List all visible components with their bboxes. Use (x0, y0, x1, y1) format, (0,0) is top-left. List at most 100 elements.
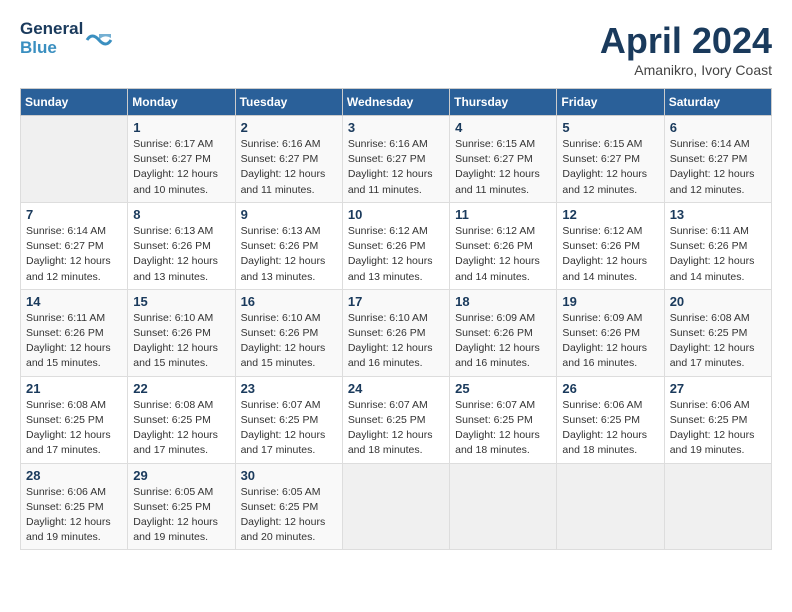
daylight-text: Daylight: 12 hours and 15 minutes. (241, 342, 326, 369)
sunrise-text: Sunrise: 6:14 AM (670, 138, 750, 150)
day-info: Sunrise: 6:14 AM Sunset: 6:27 PM Dayligh… (670, 137, 766, 198)
week-row-3: 14 Sunrise: 6:11 AM Sunset: 6:26 PM Dayl… (21, 289, 772, 376)
day-number: 16 (241, 294, 337, 309)
day-number: 3 (348, 120, 444, 135)
sunset-text: Sunset: 6:26 PM (241, 240, 319, 252)
weekday-header-thursday: Thursday (450, 89, 557, 116)
day-info: Sunrise: 6:08 AM Sunset: 6:25 PM Dayligh… (26, 398, 122, 459)
daylight-text: Daylight: 12 hours and 11 minutes. (241, 168, 326, 195)
weekday-header-monday: Monday (128, 89, 235, 116)
sunset-text: Sunset: 6:26 PM (562, 240, 640, 252)
day-info: Sunrise: 6:07 AM Sunset: 6:25 PM Dayligh… (241, 398, 337, 459)
sunrise-text: Sunrise: 6:13 AM (241, 225, 321, 237)
sunrise-text: Sunrise: 6:12 AM (455, 225, 535, 237)
day-number: 30 (241, 468, 337, 483)
week-row-1: 1 Sunrise: 6:17 AM Sunset: 6:27 PM Dayli… (21, 116, 772, 203)
day-number: 23 (241, 381, 337, 396)
calendar-cell (450, 463, 557, 550)
daylight-text: Daylight: 12 hours and 17 minutes. (26, 429, 111, 456)
daylight-text: Daylight: 12 hours and 10 minutes. (133, 168, 218, 195)
sunrise-text: Sunrise: 6:15 AM (562, 138, 642, 150)
sunrise-text: Sunrise: 6:11 AM (670, 225, 749, 237)
daylight-text: Daylight: 12 hours and 18 minutes. (348, 429, 433, 456)
sunrise-text: Sunrise: 6:16 AM (241, 138, 321, 150)
daylight-text: Daylight: 12 hours and 18 minutes. (562, 429, 647, 456)
day-info: Sunrise: 6:10 AM Sunset: 6:26 PM Dayligh… (133, 311, 229, 372)
daylight-text: Daylight: 12 hours and 20 minutes. (241, 516, 326, 543)
sunset-text: Sunset: 6:25 PM (455, 414, 533, 426)
calendar-cell (557, 463, 664, 550)
day-info: Sunrise: 6:10 AM Sunset: 6:26 PM Dayligh… (241, 311, 337, 372)
sunset-text: Sunset: 6:26 PM (241, 327, 319, 339)
calendar-cell: 14 Sunrise: 6:11 AM Sunset: 6:26 PM Dayl… (21, 289, 128, 376)
daylight-text: Daylight: 12 hours and 12 minutes. (670, 168, 755, 195)
day-info: Sunrise: 6:11 AM Sunset: 6:26 PM Dayligh… (670, 224, 766, 285)
weekday-header-wednesday: Wednesday (342, 89, 449, 116)
calendar-cell (342, 463, 449, 550)
sunrise-text: Sunrise: 6:06 AM (26, 486, 106, 498)
sunset-text: Sunset: 6:26 PM (133, 240, 211, 252)
sunset-text: Sunset: 6:26 PM (455, 240, 533, 252)
sunset-text: Sunset: 6:26 PM (348, 240, 426, 252)
week-row-5: 28 Sunrise: 6:06 AM Sunset: 6:25 PM Dayl… (21, 463, 772, 550)
sunrise-text: Sunrise: 6:07 AM (348, 399, 428, 411)
daylight-text: Daylight: 12 hours and 19 minutes. (670, 429, 755, 456)
calendar-cell: 11 Sunrise: 6:12 AM Sunset: 6:26 PM Dayl… (450, 202, 557, 289)
sunset-text: Sunset: 6:25 PM (241, 414, 319, 426)
day-number: 22 (133, 381, 229, 396)
sunset-text: Sunset: 6:27 PM (562, 153, 640, 165)
calendar-cell: 9 Sunrise: 6:13 AM Sunset: 6:26 PM Dayli… (235, 202, 342, 289)
sunrise-text: Sunrise: 6:10 AM (348, 312, 428, 324)
calendar-cell: 4 Sunrise: 6:15 AM Sunset: 6:27 PM Dayli… (450, 116, 557, 203)
day-info: Sunrise: 6:12 AM Sunset: 6:26 PM Dayligh… (562, 224, 658, 285)
calendar-cell: 10 Sunrise: 6:12 AM Sunset: 6:26 PM Dayl… (342, 202, 449, 289)
calendar-cell: 7 Sunrise: 6:14 AM Sunset: 6:27 PM Dayli… (21, 202, 128, 289)
sunset-text: Sunset: 6:26 PM (348, 327, 426, 339)
day-number: 4 (455, 120, 551, 135)
daylight-text: Daylight: 12 hours and 11 minutes. (348, 168, 433, 195)
day-info: Sunrise: 6:08 AM Sunset: 6:25 PM Dayligh… (133, 398, 229, 459)
calendar-cell: 18 Sunrise: 6:09 AM Sunset: 6:26 PM Dayl… (450, 289, 557, 376)
day-info: Sunrise: 6:07 AM Sunset: 6:25 PM Dayligh… (348, 398, 444, 459)
day-info: Sunrise: 6:08 AM Sunset: 6:25 PM Dayligh… (670, 311, 766, 372)
calendar-cell: 8 Sunrise: 6:13 AM Sunset: 6:26 PM Dayli… (128, 202, 235, 289)
day-number: 19 (562, 294, 658, 309)
day-info: Sunrise: 6:11 AM Sunset: 6:26 PM Dayligh… (26, 311, 122, 372)
sunrise-text: Sunrise: 6:10 AM (133, 312, 213, 324)
calendar-cell: 22 Sunrise: 6:08 AM Sunset: 6:25 PM Dayl… (128, 376, 235, 463)
calendar-cell: 30 Sunrise: 6:05 AM Sunset: 6:25 PM Dayl… (235, 463, 342, 550)
calendar-cell: 27 Sunrise: 6:06 AM Sunset: 6:25 PM Dayl… (664, 376, 771, 463)
calendar-cell: 26 Sunrise: 6:06 AM Sunset: 6:25 PM Dayl… (557, 376, 664, 463)
daylight-text: Daylight: 12 hours and 19 minutes. (133, 516, 218, 543)
week-row-4: 21 Sunrise: 6:08 AM Sunset: 6:25 PM Dayl… (21, 376, 772, 463)
weekday-header-friday: Friday (557, 89, 664, 116)
daylight-text: Daylight: 12 hours and 14 minutes. (455, 255, 540, 282)
sunset-text: Sunset: 6:25 PM (26, 414, 104, 426)
calendar-cell: 17 Sunrise: 6:10 AM Sunset: 6:26 PM Dayl… (342, 289, 449, 376)
sunrise-text: Sunrise: 6:17 AM (133, 138, 213, 150)
daylight-text: Daylight: 12 hours and 19 minutes. (26, 516, 111, 543)
day-number: 12 (562, 207, 658, 222)
daylight-text: Daylight: 12 hours and 13 minutes. (348, 255, 433, 282)
sunset-text: Sunset: 6:25 PM (348, 414, 426, 426)
day-number: 9 (241, 207, 337, 222)
calendar-cell: 1 Sunrise: 6:17 AM Sunset: 6:27 PM Dayli… (128, 116, 235, 203)
sunrise-text: Sunrise: 6:16 AM (348, 138, 428, 150)
logo-wave-icon (85, 30, 113, 50)
day-number: 29 (133, 468, 229, 483)
sunrise-text: Sunrise: 6:06 AM (562, 399, 642, 411)
day-info: Sunrise: 6:05 AM Sunset: 6:25 PM Dayligh… (241, 485, 337, 546)
day-number: 20 (670, 294, 766, 309)
calendar-cell: 19 Sunrise: 6:09 AM Sunset: 6:26 PM Dayl… (557, 289, 664, 376)
month-year-title: April 2024 (600, 20, 772, 62)
week-row-2: 7 Sunrise: 6:14 AM Sunset: 6:27 PM Dayli… (21, 202, 772, 289)
daylight-text: Daylight: 12 hours and 18 minutes. (455, 429, 540, 456)
sunset-text: Sunset: 6:25 PM (241, 501, 319, 513)
weekday-header-sunday: Sunday (21, 89, 128, 116)
logo-line2: Blue (20, 39, 83, 58)
daylight-text: Daylight: 12 hours and 12 minutes. (26, 255, 111, 282)
day-number: 6 (670, 120, 766, 135)
daylight-text: Daylight: 12 hours and 14 minutes. (562, 255, 647, 282)
sunset-text: Sunset: 6:25 PM (133, 414, 211, 426)
day-info: Sunrise: 6:15 AM Sunset: 6:27 PM Dayligh… (455, 137, 551, 198)
